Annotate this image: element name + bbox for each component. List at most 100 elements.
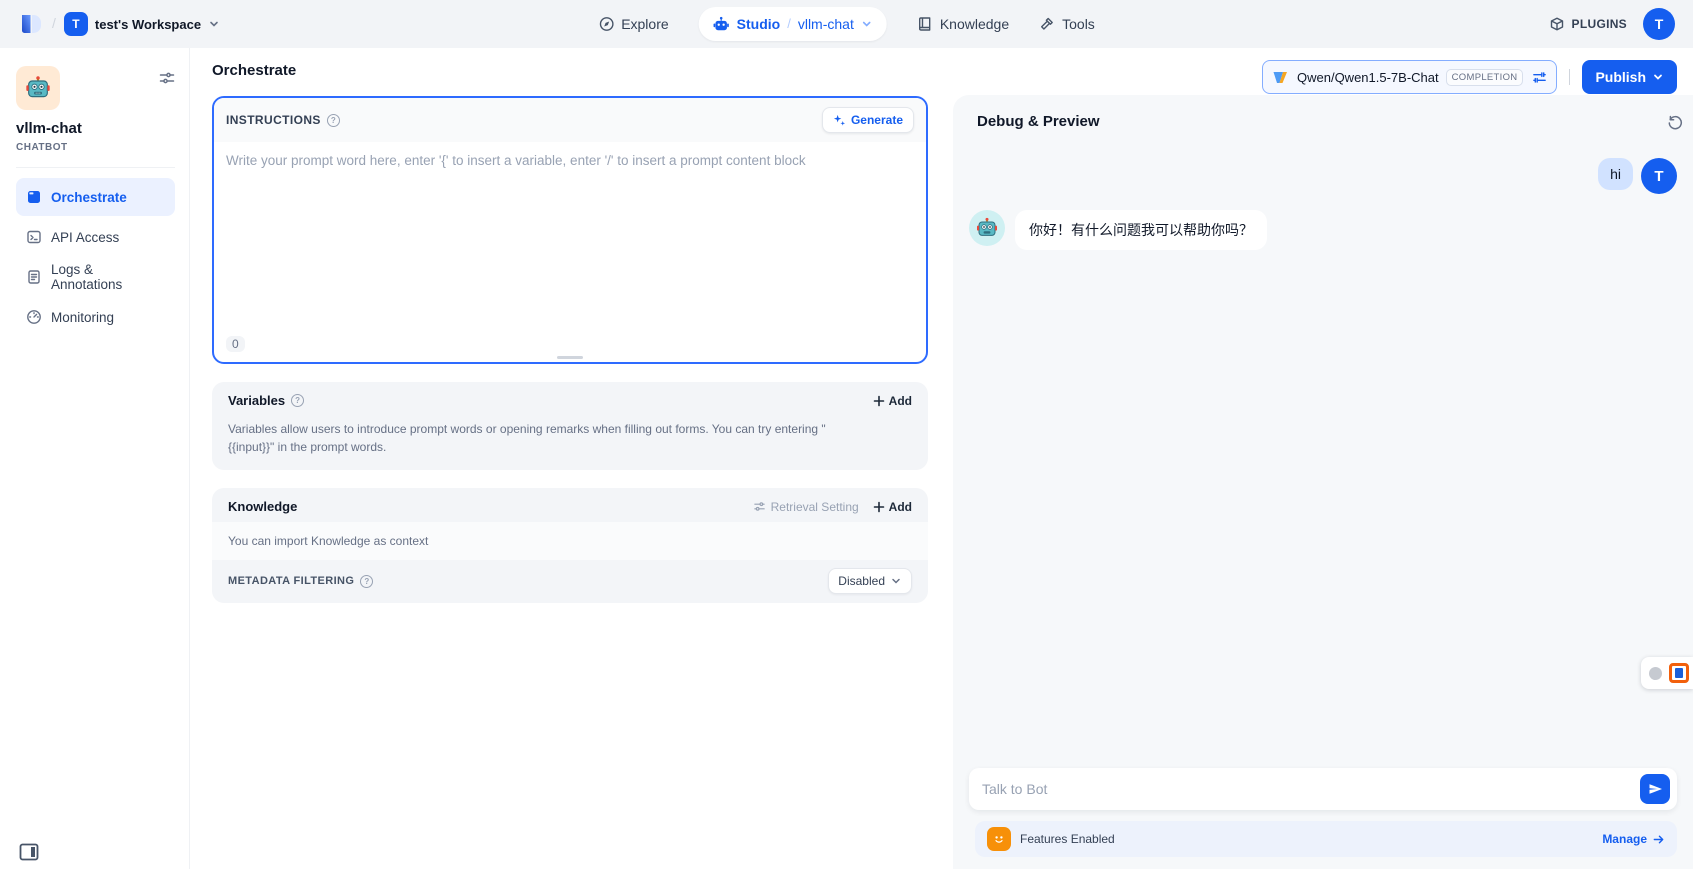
plugins-label: PLUGINS bbox=[1572, 17, 1627, 31]
add-variable-button[interactable]: Add bbox=[873, 394, 912, 408]
bot-message-row: 你好！有什么问题我可以帮助你吗？ bbox=[969, 210, 1677, 250]
orchestrate-icon bbox=[26, 189, 42, 205]
chat-area: hi T 你好！有 bbox=[953, 130, 1693, 768]
gauge-icon bbox=[26, 309, 42, 325]
nav-separator bbox=[787, 15, 791, 33]
nav-explore[interactable]: Explore bbox=[598, 16, 668, 32]
features-bar: Features Enabled Manage bbox=[975, 821, 1677, 857]
book-icon bbox=[917, 16, 933, 32]
knowledge-description: You can import Knowledge as context bbox=[212, 522, 928, 560]
nav-studio-label: Studio bbox=[737, 16, 781, 32]
sidebar-item-label: Logs & Annotations bbox=[51, 262, 165, 292]
bot-message-bubble: 你好！有什么问题我可以帮助你吗？ bbox=[1015, 210, 1267, 250]
collapse-sidebar-icon[interactable] bbox=[19, 843, 39, 861]
retrieval-setting-button[interactable]: Retrieval Setting bbox=[753, 500, 859, 514]
user-avatar[interactable]: T bbox=[1643, 8, 1675, 40]
sidebar-item-label: API Access bbox=[51, 230, 119, 245]
user-message-avatar: T bbox=[1641, 158, 1677, 194]
chevron-down-icon bbox=[208, 18, 220, 30]
chat-input-row bbox=[969, 768, 1677, 810]
nav-studio-pill[interactable]: Studio vllm-chat bbox=[699, 7, 887, 41]
floating-extension-widget[interactable] bbox=[1641, 657, 1693, 689]
settings-sliders-icon bbox=[753, 500, 766, 513]
publish-button[interactable]: Publish bbox=[1582, 60, 1677, 94]
publish-label: Publish bbox=[1595, 69, 1646, 85]
variables-card: Variables Add Variables allow users to i… bbox=[212, 382, 928, 470]
workspace-avatar: T bbox=[64, 12, 88, 36]
main-shell: vllm-chat CHATBOT Orchestrate API Access… bbox=[0, 48, 1693, 869]
send-button[interactable] bbox=[1640, 774, 1670, 804]
plugins-button[interactable]: PLUGINS bbox=[1549, 16, 1627, 32]
restart-conversation-icon[interactable] bbox=[1667, 114, 1683, 130]
robot-icon bbox=[713, 16, 730, 33]
explore-icon bbox=[598, 16, 614, 32]
chat-input[interactable] bbox=[969, 768, 1677, 810]
generate-button[interactable]: Generate bbox=[822, 107, 914, 133]
resize-handle[interactable] bbox=[557, 356, 583, 359]
features-label: Features Enabled bbox=[1020, 832, 1115, 846]
app-sidebar: vllm-chat CHATBOT Orchestrate API Access… bbox=[0, 48, 190, 869]
nav-left: T test's Workspace bbox=[18, 11, 220, 37]
app-header bbox=[16, 66, 175, 110]
bot-message-avatar bbox=[969, 210, 1005, 246]
char-count: 0 bbox=[226, 336, 245, 352]
app-type-badge: CHATBOT bbox=[16, 142, 175, 153]
app-settings-icon[interactable] bbox=[159, 70, 175, 86]
nav-tools[interactable]: Tools bbox=[1039, 16, 1095, 32]
nav-knowledge[interactable]: Knowledge bbox=[917, 16, 1009, 32]
top-navigation: T test's Workspace Explore Studio vllm-c… bbox=[0, 0, 1693, 48]
model-selector[interactable]: Qwen/Qwen1.5-7B-Chat COMPLETION bbox=[1262, 60, 1557, 94]
chevron-down-icon bbox=[890, 575, 902, 587]
sidebar-item-label: Monitoring bbox=[51, 310, 114, 325]
features-icon bbox=[987, 827, 1011, 851]
add-knowledge-button[interactable]: Add bbox=[873, 500, 912, 514]
metadata-filtering-select[interactable]: Disabled bbox=[828, 568, 912, 594]
variables-description: Variables allow users to introduce promp… bbox=[212, 416, 852, 470]
retrieval-setting-label: Retrieval Setting bbox=[771, 500, 859, 514]
metadata-filtering-title: METADATA FILTERING bbox=[228, 575, 354, 587]
sidebar-item-orchestrate[interactable]: Orchestrate bbox=[16, 178, 175, 216]
workspace-selector[interactable]: T test's Workspace bbox=[64, 12, 220, 36]
instructions-card: INSTRUCTIONS Generate Write your prompt … bbox=[212, 96, 928, 364]
metadata-filtering-value: Disabled bbox=[838, 574, 885, 588]
terminal-icon bbox=[26, 229, 42, 245]
help-icon[interactable] bbox=[360, 575, 373, 588]
sidebar-item-monitoring[interactable]: Monitoring bbox=[16, 298, 175, 336]
metadata-filtering-row: METADATA FILTERING Disabled bbox=[212, 560, 928, 603]
sparkles-icon bbox=[833, 114, 846, 127]
logs-icon bbox=[26, 269, 42, 285]
nav-right: PLUGINS T bbox=[1549, 8, 1675, 40]
dify-logo-icon[interactable] bbox=[18, 11, 44, 37]
instructions-title: INSTRUCTIONS bbox=[226, 113, 321, 127]
orchestrate-panel: Orchestrate INSTRUCTIONS Generate Write … bbox=[190, 48, 953, 869]
model-params-icon[interactable] bbox=[1532, 70, 1547, 85]
divider bbox=[1569, 69, 1570, 85]
knowledge-card: Knowledge Retrieval Setting Add You can … bbox=[212, 488, 928, 603]
model-name: Qwen/Qwen1.5-7B-Chat bbox=[1297, 70, 1439, 85]
plus-icon bbox=[873, 395, 885, 407]
app-icon[interactable] bbox=[16, 66, 60, 110]
divider bbox=[16, 167, 175, 168]
chevron-down-icon bbox=[1652, 71, 1664, 83]
help-icon[interactable] bbox=[327, 114, 340, 127]
nav-current-app[interactable]: vllm-chat bbox=[798, 16, 854, 32]
sidebar-item-logs-annotations[interactable]: Logs & Annotations bbox=[16, 258, 175, 296]
arrow-right-icon bbox=[1652, 833, 1665, 846]
manage-features-button[interactable]: Manage bbox=[1602, 832, 1665, 846]
nav-knowledge-label: Knowledge bbox=[940, 16, 1009, 32]
app-name: vllm-chat bbox=[16, 120, 175, 137]
sidebar-item-label: Orchestrate bbox=[51, 190, 127, 205]
user-message-bubble: hi bbox=[1598, 158, 1633, 190]
nav-separator bbox=[52, 15, 56, 33]
add-label: Add bbox=[889, 394, 912, 408]
workspace-name: test's Workspace bbox=[95, 17, 201, 32]
prompt-editor[interactable]: Write your prompt word here, enter '{' t… bbox=[214, 142, 926, 362]
sidebar-item-api-access[interactable]: API Access bbox=[16, 218, 175, 256]
chevron-down-icon[interactable] bbox=[861, 18, 873, 30]
widget-orange-icon bbox=[1669, 663, 1689, 683]
debug-preview-panel: Debug & Preview hi T bbox=[953, 95, 1693, 869]
nav-explore-label: Explore bbox=[621, 16, 668, 32]
package-icon bbox=[1549, 16, 1565, 32]
help-icon[interactable] bbox=[291, 394, 304, 407]
add-label: Add bbox=[889, 500, 912, 514]
